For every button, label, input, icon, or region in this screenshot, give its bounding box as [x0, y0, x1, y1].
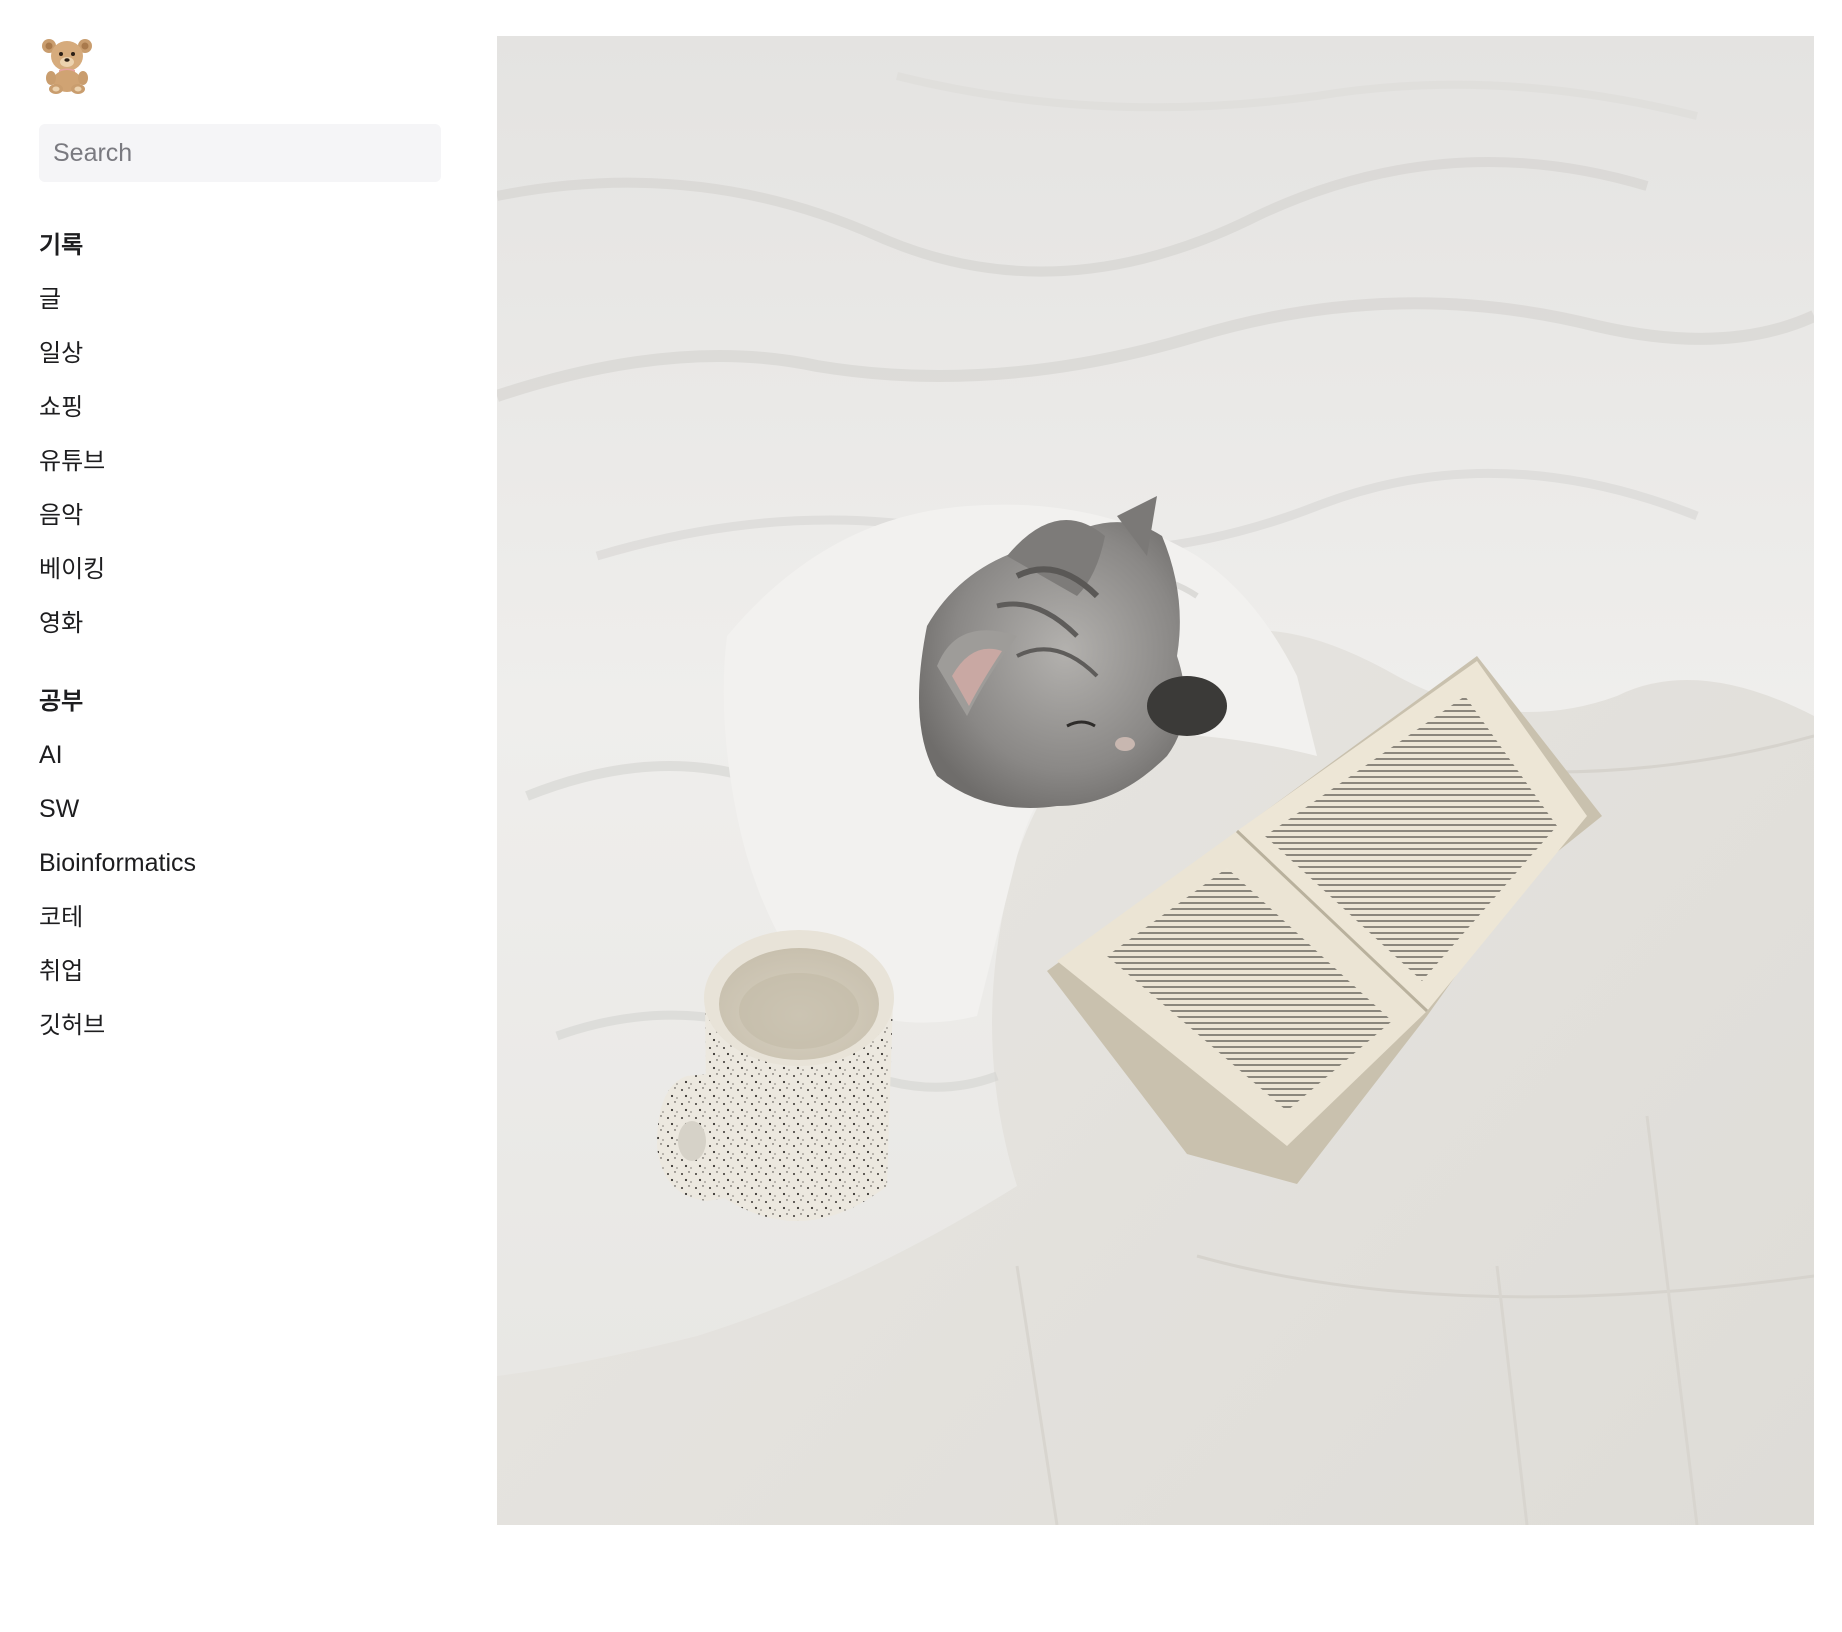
nav-item-bioinformatics[interactable]: Bioinformatics — [39, 846, 441, 880]
nav-item-sw[interactable]: SW — [39, 792, 441, 826]
cat-blanket-book-mug-photo — [497, 36, 1814, 1525]
nav-item-daily[interactable]: 일상 — [39, 336, 441, 370]
nav-item-baking[interactable]: 베이킹 — [39, 552, 441, 586]
section-title: 기록 — [39, 231, 84, 259]
nav-item-music[interactable]: 음악 — [39, 498, 441, 532]
nav-item-youtube[interactable]: 유튜브 — [39, 444, 441, 478]
nav-item-movies[interactable]: 영화 — [39, 606, 441, 640]
logo-link[interactable] — [39, 36, 95, 94]
nav-item-ai[interactable]: AI — [39, 738, 441, 772]
nav-item-github[interactable]: 깃허브 — [39, 1008, 441, 1042]
nav-item-shopping[interactable]: 쇼핑 — [39, 390, 441, 424]
section-records: 기록 글 일상 쇼핑 유튜브 음악 베이킹 영화 — [39, 228, 441, 640]
section-title: 공부 — [39, 687, 84, 715]
sidebar: 기록 글 일상 쇼핑 유튜브 음악 베이킹 영화 공부 AI SW Bioinf… — [39, 36, 441, 1062]
nav-item-coding-test[interactable]: 코테 — [39, 900, 441, 934]
teddy-bear-icon — [42, 39, 92, 94]
nav-item-writing[interactable]: 글 — [39, 282, 441, 316]
nav-item-employment[interactable]: 취업 — [39, 954, 441, 988]
section-study: 공부 AI SW Bioinformatics 코테 취업 깃허브 — [39, 684, 441, 1042]
nav-list: AI SW Bioinformatics 코테 취업 깃허브 — [39, 738, 441, 1042]
hero-image — [497, 36, 1814, 1525]
nav-list: 글 일상 쇼핑 유튜브 음악 베이킹 영화 — [39, 282, 441, 640]
search-input[interactable] — [39, 124, 441, 182]
